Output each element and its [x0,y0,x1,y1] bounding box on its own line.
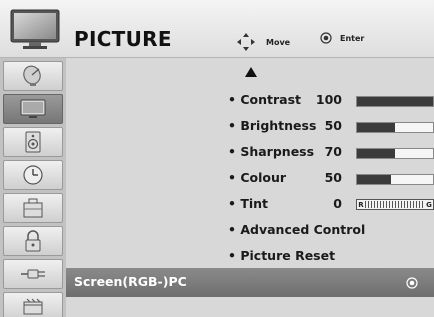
enter-button-icon [320,32,332,44]
tv-picture-icon [20,99,46,118]
level-bar [356,96,434,107]
menu-item-brightness[interactable]: • Brightness 50 [228,114,434,138]
tint-balance-bar: R G [356,199,434,210]
input-plug-icon [21,269,45,279]
menu-item-value: 70 [324,144,342,159]
move-label: Move [266,37,291,47]
level-bar-fill [357,149,395,158]
menu-item-label: • Brightness [228,118,317,133]
menu-item-label: • Tint [228,196,269,211]
level-bar-fill [357,97,433,106]
menu-item-colour[interactable]: • Colour 50 [228,166,434,190]
sidebar-item-option[interactable] [3,193,63,223]
satellite-dish-icon [23,65,41,86]
speaker-icon [25,131,41,153]
tint-green-label: G [426,200,432,209]
tint-scale [365,201,425,208]
tv-icon [10,9,60,49]
level-bar [356,174,434,185]
page-title: PICTURE [74,27,172,51]
menu-item-contrast[interactable]: • Contrast 100 [228,88,434,112]
menu-item-value: 100 [315,92,342,107]
sidebar-item-picture[interactable] [3,94,63,124]
menu-item-value: 0 [333,196,342,211]
move-hint: Move [236,32,290,52]
enter-button-icon [406,277,418,289]
move-arrows-icon [237,33,255,51]
sidebar-item-audio[interactable] [3,127,63,157]
sidebar [0,58,66,317]
level-bar [356,148,434,159]
menu-item-value: 50 [324,118,342,133]
enter-hint: Enter [320,32,364,44]
menu-footer-space [66,297,434,317]
enter-label: Enter [340,33,365,43]
menu-item-label: • Contrast [228,92,301,107]
briefcase-icon [23,198,43,218]
usb-media-icon [23,298,43,315]
sidebar-item-lock[interactable] [3,226,63,256]
menu-item-sharpness[interactable]: • Sharpness 70 [228,140,434,164]
level-bar-fill [357,175,392,184]
lock-icon [25,230,41,252]
selected-item-label: Screen(RGB-)PC [74,274,187,289]
scroll-up-arrow-icon[interactable] [244,66,258,78]
menu-item-label: • Advanced Control [228,222,366,237]
sidebar-item-input[interactable] [3,259,63,289]
level-bar [356,122,434,133]
menu-item-value: 50 [324,170,342,185]
menu-item-label: • Sharpness [228,144,315,159]
menu-item-screen-selected[interactable]: Screen(RGB-)PC [66,268,434,297]
menu-item-tint[interactable]: • Tint 0 R G [228,192,434,216]
sidebar-item-time[interactable] [3,160,63,190]
menu-header: PICTURE Move Enter [0,0,434,58]
menu-item-label: • Colour [228,170,287,185]
sidebar-item-channel[interactable] [3,61,63,91]
menu-item-advanced-control[interactable]: • Advanced Control [228,218,434,242]
level-bar-fill [357,123,395,132]
clock-icon [23,165,43,185]
menu-item-picture-reset[interactable]: • Picture Reset [228,244,434,268]
menu-item-label: • Picture Reset [228,248,336,263]
sidebar-item-usb[interactable] [3,292,63,317]
tint-red-label: R [358,200,364,209]
